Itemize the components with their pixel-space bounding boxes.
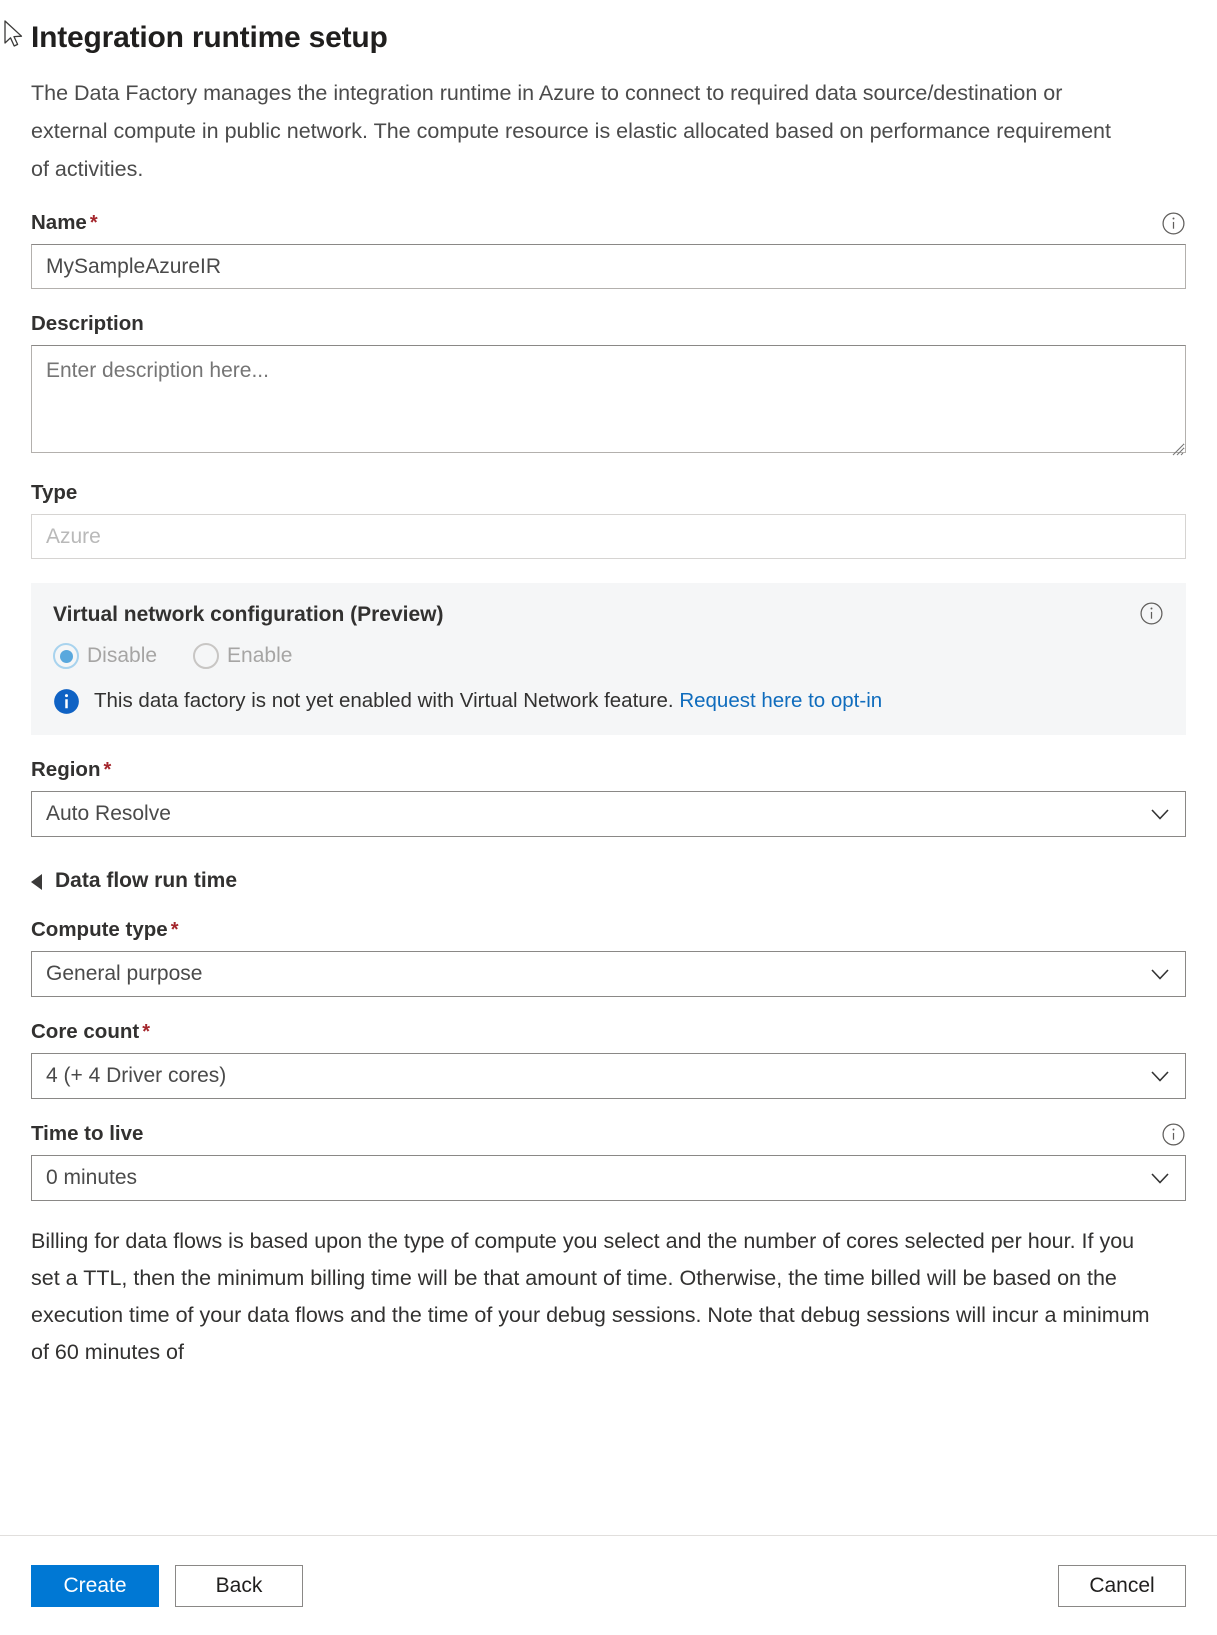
triangle-collapse-icon[interactable]: [31, 873, 42, 890]
compute-type-required-marker: *: [170, 919, 179, 941]
core-count-field-group: Core count * 4 (+ 4 Driver cores): [31, 1019, 1186, 1099]
region-field-group: Region * Auto Resolve: [31, 757, 1186, 837]
description-textarea[interactable]: [31, 345, 1186, 453]
radio-button-disable-icon[interactable]: [53, 643, 79, 669]
integration-runtime-setup-dialog: Integration runtime setup The Data Facto…: [0, 0, 1217, 1635]
name-label-row: Name *: [31, 210, 1186, 236]
name-input[interactable]: [31, 244, 1186, 289]
core-count-label-row: Core count *: [31, 1019, 1186, 1045]
virtual-network-panel: Virtual network configuration (Preview) …: [31, 583, 1186, 735]
time-to-live-select[interactable]: 0 minutes: [31, 1155, 1186, 1201]
virtual-network-message-text: This data factory is not yet enabled wit…: [94, 689, 674, 712]
virtual-network-radio-group: Disable Enable: [53, 643, 1164, 669]
back-button[interactable]: Back: [175, 1564, 303, 1607]
name-label: Name *: [31, 210, 98, 236]
virtual-network-message: This data factory is not yet enabled wit…: [94, 687, 882, 715]
cancel-button[interactable]: Cancel: [1058, 1564, 1186, 1607]
radio-option-enable[interactable]: Enable: [193, 643, 292, 669]
region-label-row: Region *: [31, 757, 1186, 783]
intro-description: The Data Factory manages the integration…: [31, 81, 1111, 181]
time-to-live-label: Time to live: [31, 1122, 144, 1145]
compute-type-select[interactable]: General purpose: [31, 951, 1186, 997]
virtual-network-title: Virtual network configuration (Preview): [53, 603, 444, 626]
region-label: Region *: [31, 757, 111, 783]
core-count-label-text: Core count: [31, 1020, 140, 1043]
radio-label-disable: Disable: [87, 644, 158, 667]
region-select[interactable]: Auto Resolve: [31, 791, 1186, 837]
description-field-group: Description: [31, 311, 1186, 458]
compute-type-label-text: Compute type: [31, 918, 168, 941]
core-count-label: Core count *: [31, 1019, 150, 1045]
radio-label-enable: Enable: [227, 644, 293, 667]
region-required-marker: *: [103, 759, 112, 781]
name-field-group: Name *: [31, 210, 1186, 289]
description-label-row: Description: [31, 311, 1186, 337]
info-circle-icon[interactable]: [1161, 1122, 1186, 1147]
core-count-select-wrap[interactable]: 4 (+ 4 Driver cores): [31, 1053, 1186, 1099]
data-flow-run-time-section-header[interactable]: Data flow run time: [31, 867, 1186, 895]
description-label: Description: [31, 312, 144, 335]
type-label-row: Type: [31, 480, 1186, 506]
info-filled-icon: [53, 688, 80, 715]
region-select-wrap[interactable]: Auto Resolve: [31, 791, 1186, 837]
type-label: Type: [31, 481, 78, 504]
request-opt-in-link[interactable]: Request here to opt-in: [679, 689, 882, 712]
compute-type-label-row: Compute type *: [31, 917, 1186, 943]
dialog-scroll-area[interactable]: Integration runtime setup The Data Facto…: [0, 0, 1217, 1535]
compute-type-select-wrap[interactable]: General purpose: [31, 951, 1186, 997]
virtual-network-message-row: This data factory is not yet enabled wit…: [53, 687, 1164, 715]
type-input: [31, 514, 1186, 559]
info-circle-icon[interactable]: [1139, 601, 1164, 626]
core-count-required-marker: *: [142, 1021, 150, 1043]
mouse-cursor-icon: [4, 20, 23, 47]
core-count-select[interactable]: 4 (+ 4 Driver cores): [31, 1053, 1186, 1099]
billing-note: Billing for data flows is based upon the…: [31, 1229, 1150, 1364]
time-to-live-label-row: Time to live: [31, 1121, 1186, 1147]
name-required-marker: *: [89, 212, 98, 234]
page-title: Integration runtime setup: [31, 21, 388, 54]
time-to-live-select-wrap[interactable]: 0 minutes: [31, 1155, 1186, 1201]
radio-dot: [59, 649, 73, 663]
virtual-network-header: Virtual network configuration (Preview): [53, 601, 1164, 629]
radio-option-disable[interactable]: Disable: [53, 643, 157, 669]
compute-type-field-group: Compute type * General purpose: [31, 917, 1186, 997]
radio-button-enable-icon[interactable]: [193, 643, 220, 669]
region-label-text: Region: [31, 758, 101, 781]
dialog-footer: Create Back Cancel: [0, 1535, 1217, 1635]
compute-type-label: Compute type *: [31, 917, 178, 943]
create-button[interactable]: Create: [31, 1564, 159, 1607]
type-field-group: Type: [31, 480, 1186, 559]
name-label-text: Name: [31, 211, 87, 234]
time-to-live-field-group: Time to live 0 minutes: [31, 1121, 1186, 1201]
info-circle-icon[interactable]: [1161, 211, 1186, 236]
data-flow-run-time-title: Data flow run time: [55, 869, 238, 892]
